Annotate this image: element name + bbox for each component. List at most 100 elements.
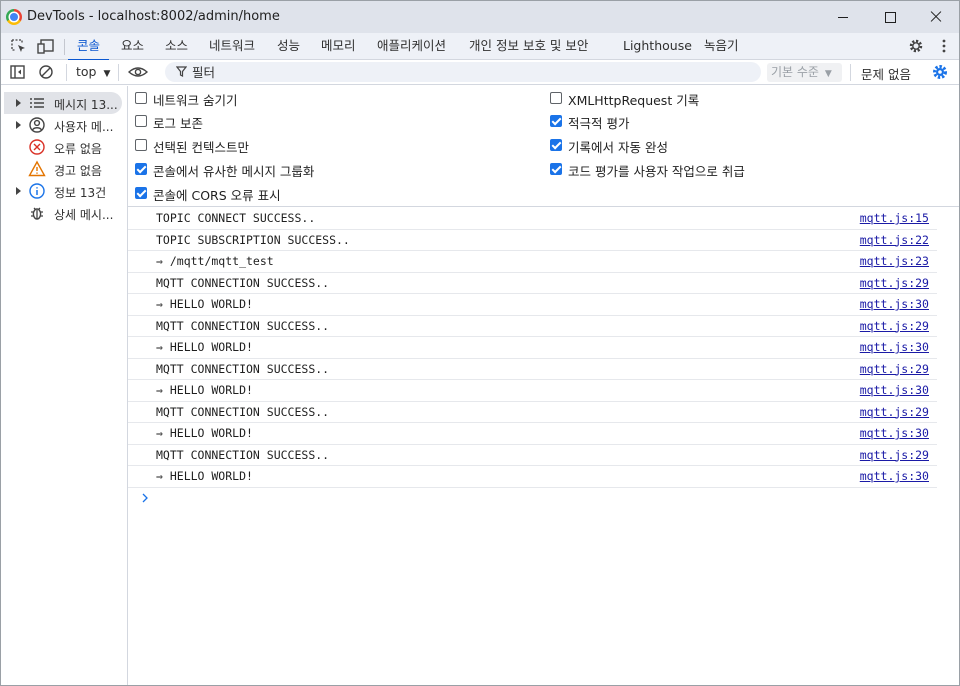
sidebar-item-user-messages[interactable]: 사용자 메... — [4, 114, 122, 136]
source-link[interactable]: mqtt.js:29 — [860, 405, 929, 419]
chrome-logo-icon — [6, 9, 22, 25]
close-button[interactable] — [913, 1, 959, 33]
tab-lighthouse[interactable]: Lighthouse — [623, 33, 692, 60]
filter-input[interactable] — [192, 64, 752, 80]
source-link[interactable]: mqtt.js:30 — [860, 297, 929, 311]
checkbox-label: 네트워크 숨기기 — [153, 93, 238, 108]
chevron-down-icon: ▼ — [103, 69, 111, 79]
tab-recorder[interactable]: 녹음기 — [704, 33, 739, 60]
maximize-button[interactable] — [867, 1, 913, 33]
tab-separator — [64, 39, 65, 55]
minimize-button[interactable] — [820, 1, 866, 33]
message-text: TOPIC SUBSCRIPTION SUCCESS.. — [156, 232, 350, 247]
tab-memory[interactable]: 메모리 — [321, 33, 356, 60]
log-levels-dropdown[interactable]: 기본 수준 ▼ — [767, 63, 842, 82]
message-text: ⇒ HELLO WORLD! — [156, 426, 253, 440]
checkbox-label: 코드 평가를 사용자 작업으로 취급 — [568, 164, 745, 179]
console-prompt-chevron-icon[interactable] — [140, 492, 150, 504]
checkbox-checked[interactable] — [135, 163, 147, 175]
message-text: MQTT CONNECTION SUCCESS.. — [156, 361, 330, 376]
filter-box[interactable] — [165, 62, 761, 82]
console-messages: TOPIC CONNECT SUCCESS.. mqtt.js:15 TOPIC … — [128, 208, 959, 685]
console-message-row: MQTT CONNECTION SUCCESS.. mqtt.js:29 — [128, 273, 937, 294]
clear-console-icon[interactable] — [37, 64, 55, 80]
tab-performance[interactable]: 성능 — [277, 33, 300, 60]
context-selector-label: top — [76, 64, 97, 79]
settings-gear-icon[interactable] — [907, 38, 925, 54]
panel-tab-bar: 콘솔 요소 소스 네트워크 성능 메모리 애플리케이션 개인 정보 보호 및 보… — [1, 33, 959, 61]
tab-sources[interactable]: 소스 — [165, 33, 188, 60]
more-options-icon[interactable] — [935, 38, 953, 54]
message-text: ⇒ HELLO WORLD! — [156, 469, 253, 483]
warning-icon — [28, 160, 46, 177]
devtools-window: DevTools - localhost:8002/admin/home 콘솔 … — [0, 0, 960, 686]
device-toolbar-icon[interactable] — [37, 38, 55, 54]
console-settings-pane: 네트워크 숨기기 로그 보존 선택된 컨텍스트만 콘솔에서 유사한 메시지 그룹… — [128, 86, 959, 207]
sidebar-item-label: 메시지 13... — [54, 98, 118, 112]
context-selector[interactable]: top ▼ — [76, 64, 110, 79]
toolbar-separator — [66, 64, 67, 81]
sidebar-item-info[interactable]: 정보 13건 — [4, 180, 122, 202]
issues-counter[interactable]: 문제 없음 — [861, 64, 911, 83]
toolbar-separator — [850, 64, 851, 81]
sidebar-item-label: 상세 메시... — [54, 208, 114, 222]
tab-application[interactable]: 애플리케이션 — [377, 33, 446, 60]
checkbox-checked[interactable] — [550, 139, 562, 151]
message-text: ⇒ HELLO WORLD! — [156, 383, 253, 397]
checkbox-checked[interactable] — [550, 163, 562, 175]
sidebar-item-label: 사용자 메... — [54, 120, 114, 134]
sidebar-item-messages[interactable]: 메시지 13... — [4, 92, 122, 114]
message-text: ⇒ HELLO WORLD! — [156, 297, 253, 311]
source-link[interactable]: mqtt.js:23 — [860, 254, 929, 268]
expand-caret-icon[interactable] — [16, 121, 21, 129]
console-message-row: MQTT CONNECTION SUCCESS.. mqtt.js:29 — [128, 359, 937, 380]
live-expression-eye-icon[interactable] — [128, 64, 148, 80]
console-settings-gear-icon[interactable] — [931, 64, 949, 80]
checkbox-label: 콘솔에서 유사한 메시지 그룹화 — [153, 164, 315, 179]
sidebar-item-verbose[interactable]: 상세 메시... — [4, 202, 122, 224]
checkbox[interactable] — [135, 92, 147, 104]
chevron-down-icon: ▼ — [824, 69, 832, 79]
title-bar: DevTools - localhost:8002/admin/home — [1, 1, 959, 33]
message-text: ⇒ /mqtt/mqtt_test — [156, 254, 274, 268]
console-message-row: MQTT CONNECTION SUCCESS.. mqtt.js:29 — [128, 316, 937, 337]
inspect-element-icon[interactable] — [10, 38, 28, 54]
sidebar-item-label: 경고 없음 — [54, 164, 102, 178]
checkbox-label: 기록에서 자동 완성 — [568, 140, 668, 155]
checkbox-label: XMLHttpRequest 기록 — [568, 93, 700, 108]
message-text: MQTT CONNECTION SUCCESS.. — [156, 275, 330, 290]
tab-elements[interactable]: 요소 — [121, 33, 144, 60]
expand-caret-icon[interactable] — [16, 99, 21, 107]
checkbox[interactable] — [135, 115, 147, 127]
sidebar-item-errors[interactable]: 오류 없음 — [4, 136, 122, 158]
tab-network[interactable]: 네트워크 — [209, 33, 255, 60]
tab-privacy-security[interactable]: 개인 정보 보호 및 보안 — [469, 33, 588, 60]
window-title: DevTools - localhost:8002/admin/home — [27, 9, 280, 24]
source-link[interactable]: mqtt.js:30 — [860, 426, 929, 440]
show-sidebar-icon[interactable] — [9, 64, 27, 80]
checkbox[interactable] — [550, 92, 562, 104]
console-message-row: ⇒ /mqtt/mqtt_test mqtt.js:23 — [128, 251, 937, 273]
checkbox-checked[interactable] — [135, 187, 147, 199]
expand-caret-icon[interactable] — [16, 187, 21, 195]
source-link[interactable]: mqtt.js:30 — [860, 383, 929, 397]
console-sidebar: 메시지 13... 사용자 메... 오류 없음 경고 없음 정보 13건 상세… — [1, 86, 128, 685]
checkbox-checked[interactable] — [550, 115, 562, 127]
log-levels-label: 기본 수준 — [771, 65, 819, 79]
message-text: TOPIC CONNECT SUCCESS.. — [156, 211, 316, 225]
sidebar-item-warnings[interactable]: 경고 없음 — [4, 158, 122, 180]
source-link[interactable]: mqtt.js:30 — [860, 340, 929, 354]
console-message-row: MQTT CONNECTION SUCCESS.. mqtt.js:29 — [128, 402, 937, 423]
source-link[interactable]: mqtt.js:22 — [860, 233, 929, 247]
source-link[interactable]: mqtt.js:29 — [860, 448, 929, 462]
message-text: MQTT CONNECTION SUCCESS.. — [156, 318, 330, 333]
source-link[interactable]: mqtt.js:29 — [860, 276, 929, 290]
checkbox[interactable] — [135, 139, 147, 151]
bug-icon — [31, 207, 43, 220]
source-link[interactable]: mqtt.js:30 — [860, 469, 929, 483]
console-message-row: ⇒ HELLO WORLD! mqtt.js:30 — [128, 423, 937, 445]
source-link[interactable]: mqtt.js:29 — [860, 362, 929, 376]
source-link[interactable]: mqtt.js:29 — [860, 319, 929, 333]
source-link[interactable]: mqtt.js:15 — [860, 211, 929, 225]
tab-console[interactable]: 콘솔 — [67, 33, 110, 61]
